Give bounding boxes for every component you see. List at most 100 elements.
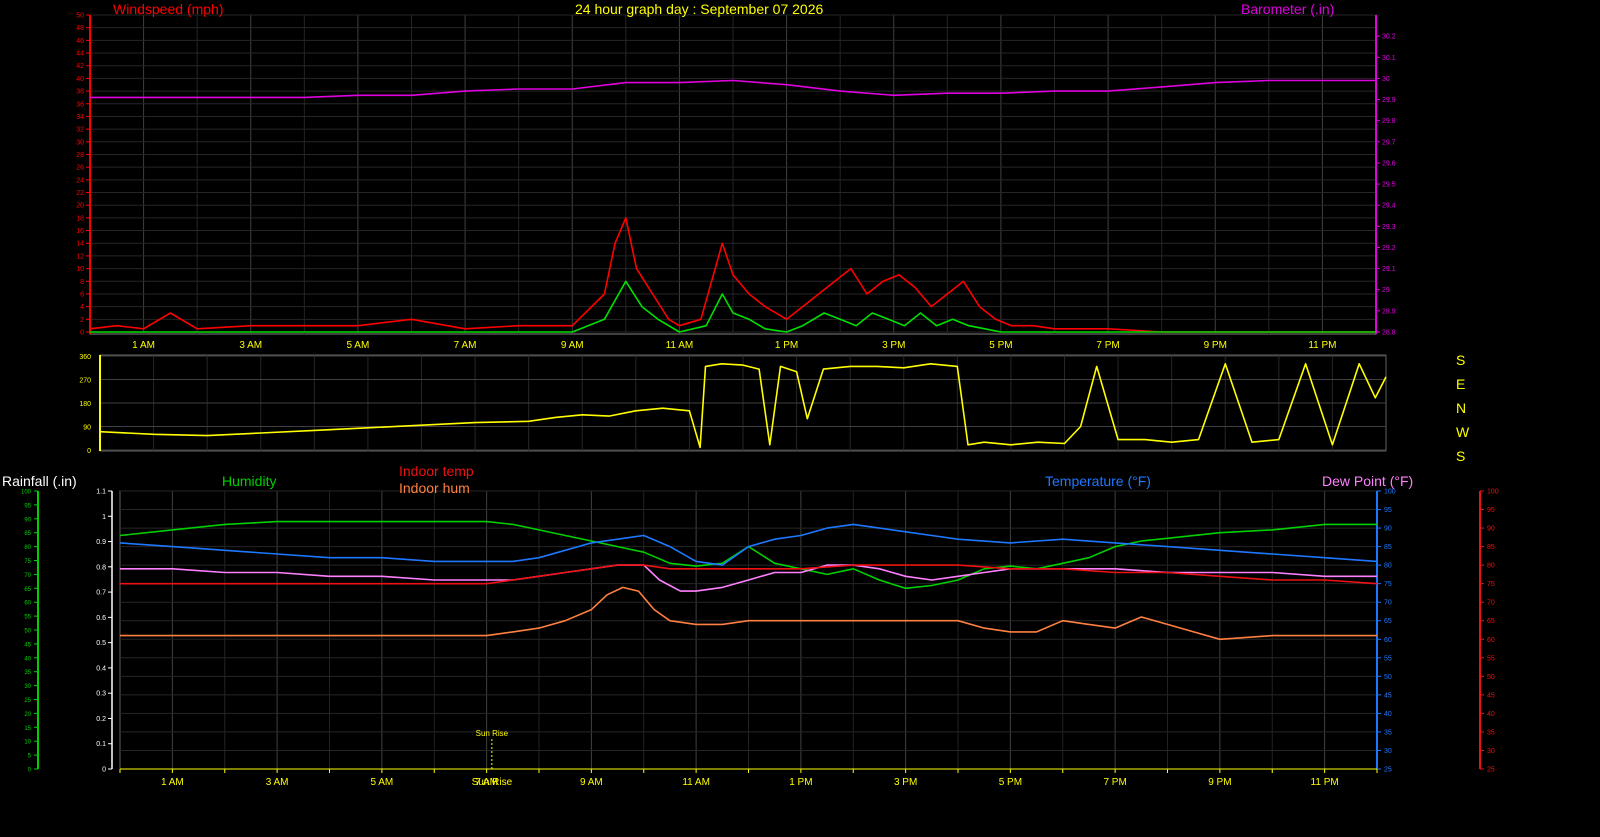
temperature-tick-label: 30 <box>1384 748 1392 755</box>
barometer-tick-label: 29.2 <box>1382 245 1396 252</box>
windspeed-tick-label: 30 <box>76 139 84 146</box>
humidity-tick-label: 30 <box>24 684 31 690</box>
humidity-tick-label: 80 <box>24 545 31 551</box>
humidity-tick-label: 35 <box>24 670 31 676</box>
windspeed-tick-label: 26 <box>76 165 84 172</box>
indoor-tick-label: 25 <box>1487 767 1495 774</box>
chart-title: 24 hour graph day : September 07 2026 <box>575 1 824 17</box>
weather-chart: 0246810121416182022242628303234363840424… <box>21 13 1499 789</box>
humidity-tick-label: 90 <box>24 517 31 523</box>
panel1-time-tick-label: 11 PM <box>1308 340 1336 351</box>
temperature-tick-label: 60 <box>1384 637 1392 644</box>
direction-tick-label: 180 <box>79 401 91 408</box>
humidity-tick-label: 75 <box>24 559 31 565</box>
humidity-tick-label: 15 <box>24 726 31 732</box>
windspeed-tick-label: 16 <box>76 228 84 235</box>
humidity-tick-label: 100 <box>21 490 32 496</box>
windspeed-tick-label: 18 <box>76 215 84 222</box>
temperature-tick-label: 50 <box>1384 674 1392 681</box>
temperature-tick-label: 25 <box>1384 767 1392 774</box>
temperature-tick-label: 100 <box>1384 489 1396 496</box>
panel1-time-tick-label: 3 PM <box>882 340 905 351</box>
rainfall-tick-label: 0.1 <box>96 741 106 748</box>
windspeed-tick-label: 0 <box>80 330 84 337</box>
panel3-time-tick-label: 7 PM <box>1103 777 1126 788</box>
temperature-tick-label: 95 <box>1384 507 1392 514</box>
barometer-tick-label: 29.4 <box>1382 203 1396 210</box>
barometer-tick-label: 29 <box>1382 287 1390 294</box>
rainfall-tick-label: 0.3 <box>96 691 106 698</box>
indoor-tick-label: 95 <box>1487 507 1495 514</box>
rainfall-tick-label: 0.2 <box>96 716 106 723</box>
rainfall-tick-label: 0.4 <box>96 665 106 672</box>
humidity-tick-label: 45 <box>24 642 31 648</box>
panel3-time-tick-label: 5 AM <box>370 777 393 788</box>
sunrise-axis-label: Sun Rise <box>472 777 513 788</box>
compass-label-east: E <box>1456 376 1466 392</box>
windspeed-tick-label: 2 <box>80 317 84 324</box>
direction-tick-label: 360 <box>79 354 91 361</box>
barometer-tick-label: 29.8 <box>1382 118 1396 125</box>
indoor-tick-label: 50 <box>1487 674 1495 681</box>
humidity-tick-label: 10 <box>24 740 31 746</box>
humidity-tick-label: 55 <box>24 615 31 621</box>
indoor-tick-label: 30 <box>1487 748 1495 755</box>
panel1-time-tick-label: 11 AM <box>666 340 694 351</box>
windspeed-tick-label: 14 <box>76 241 84 248</box>
temperature-tick-label: 75 <box>1384 581 1392 588</box>
rainfall-tick-label: 0.5 <box>96 640 106 647</box>
indoor-tick-label: 60 <box>1487 637 1495 644</box>
humidity-tick-label: 50 <box>24 629 31 635</box>
windspeed-tick-label: 8 <box>80 279 84 286</box>
rainfall-tick-label: 0.8 <box>96 564 106 571</box>
humidity-tick-label: 20 <box>24 712 31 718</box>
indoor-tick-label: 90 <box>1487 526 1495 533</box>
indoor-tick-label: 80 <box>1487 563 1495 570</box>
barometer-tick-label: 28.8 <box>1382 330 1396 337</box>
windspeed-tick-label: 36 <box>76 101 84 108</box>
indoor-tick-label: 35 <box>1487 729 1495 736</box>
humidity-tick-label: 65 <box>24 587 31 593</box>
panel1-time-tick-label: 5 PM <box>989 340 1012 351</box>
panel3-time-tick-label: 9 PM <box>1208 777 1231 788</box>
windspeed-tick-label: 40 <box>76 76 84 83</box>
panel1-time-tick-label: 9 PM <box>1204 340 1227 351</box>
barometer-axis-label: Barometer (.in) <box>1241 1 1335 17</box>
windspeed-tick-label: 20 <box>76 203 84 210</box>
humidity-tick-label: 25 <box>24 698 31 704</box>
humidity-tick-label: 85 <box>24 531 31 537</box>
barometer-tick-label: 30.2 <box>1382 34 1396 41</box>
indoor-tick-label: 70 <box>1487 600 1495 607</box>
panel3-time-tick-label: 11 AM <box>682 777 710 788</box>
temperature-tick-label: 35 <box>1384 729 1392 736</box>
humidity-tick-label: 95 <box>24 503 31 509</box>
indoor-hum-legend-label: Indoor hum <box>399 480 470 496</box>
barometer-tick-label: 29.5 <box>1382 182 1396 189</box>
barometer-tick-label: 29.7 <box>1382 139 1396 146</box>
windspeed-tick-label: 46 <box>76 38 84 45</box>
panel3-time-tick-label: 3 AM <box>266 777 289 788</box>
windspeed-tick-label: 24 <box>76 177 84 184</box>
barometer-tick-label: 29.9 <box>1382 97 1396 104</box>
windspeed-tick-label: 12 <box>76 253 84 260</box>
indoor-tick-label: 45 <box>1487 692 1495 699</box>
temperature-tick-label: 70 <box>1384 600 1392 607</box>
panel3-time-tick-label: 1 PM <box>789 777 812 788</box>
rainfall-axis-label: Rainfall (.in) <box>2 473 77 489</box>
humidity-tick-label: 0 <box>28 768 32 774</box>
temperature-tick-label: 55 <box>1384 655 1392 662</box>
compass-label-west: W <box>1456 424 1470 440</box>
windspeed-tick-label: 4 <box>80 304 84 311</box>
rainfall-tick-label: 0.6 <box>96 615 106 622</box>
windspeed-tick-label: 10 <box>76 266 84 273</box>
windspeed-tick-label: 22 <box>76 190 84 197</box>
panel1-time-tick-label: 5 AM <box>347 340 370 351</box>
compass-label-south-bottom: S <box>1456 448 1466 464</box>
humidity-tick-label: 5 <box>28 754 32 760</box>
temperature-tick-label: 45 <box>1384 692 1392 699</box>
temperature-tick-label: 80 <box>1384 563 1392 570</box>
panel3-time-tick-label: 5 PM <box>999 777 1022 788</box>
indoor-tick-label: 55 <box>1487 655 1495 662</box>
indoor-tick-label: 75 <box>1487 581 1495 588</box>
barometer-tick-label: 29.3 <box>1382 224 1396 231</box>
